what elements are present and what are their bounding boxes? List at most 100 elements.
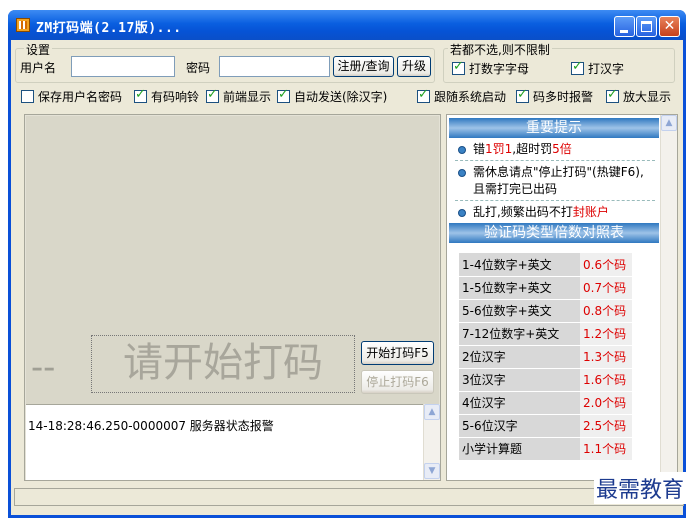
table-row: 5-6位数字+英文 0.8个码 [459,299,632,323]
tip-text: 乱打,频繁出码不打 [473,205,573,219]
tip-text: ,超时罚 [512,142,553,156]
register-query-button[interactable]: 注册/查询 [333,56,394,77]
tip-highlight: 封账户 [572,205,609,219]
captcha-dash: -- [31,347,56,388]
table-row: 4位汉字 2.0个码 [459,391,632,415]
row-value: 1.2个码 [580,322,632,346]
row-type: 2位汉字 [459,345,580,369]
option-save-credentials[interactable]: 保存用户名密码 [21,88,122,105]
status-bar [14,488,684,506]
scroll-up-icon[interactable]: ▲ [661,115,677,131]
table-row: 2位汉字 1.3个码 [459,345,632,369]
filter-group: 若都不选,则不限制 打数字字母 打汉字 [443,41,675,83]
option-stay-on-top-box[interactable] [206,87,219,103]
row-type: 1-5位数字+英文 [459,276,580,300]
tip-text: 错 [473,142,486,156]
table-row: 1-4位数字+英文 0.6个码 [459,253,632,277]
chinese-label: 打汉字 [588,62,625,76]
option-label: 自动发送(除汉字) [294,90,388,104]
option-label: 前端显示 [223,90,272,104]
option-auto-send[interactable]: 自动发送(除汉字) [277,87,388,105]
digits-letters-checkbox[interactable]: 打数字字母 [452,59,529,77]
option-auto-send-box[interactable] [277,87,290,103]
maximize-button[interactable] [636,16,657,37]
notice-title: 重要提示 [449,118,659,138]
option-save-credentials-box[interactable] [21,90,34,103]
multiplier-table: 1-4位数字+英文 0.6个码 1-5位数字+英文 0.7个码 5-6位数字+英文 0.8… [459,253,632,461]
password-label: 密码 [186,61,211,75]
tip-highlight: 1罚1 [485,142,513,156]
window-title: ZM打码端(2.17版)... [36,21,182,36]
tip-rest: 需休息请点"停止打码"(热键F6),且需打完已出码 [455,164,655,201]
option-label: 跟随系统启动 [434,90,507,104]
captcha-prompt[interactable]: 请开始打码 [91,335,355,393]
chinese-checkbox[interactable]: 打汉字 [571,59,625,77]
row-value: 0.7个码 [580,276,632,300]
tip-abuse: 乱打,频繁出码不打封账户 [455,204,655,223]
table-row: 1-5位数字+英文 0.7个码 [459,276,632,300]
title-bar[interactable]: ZM打码端(2.17版)... ✕ [8,10,686,40]
app-window: ZM打码端(2.17版)... ✕ 设置 用户名 密码 注册/查询 升级 若都不… [8,10,686,518]
captcha-pane: -- 请开始打码 开始打码F5 停止打码F6 14-18:28:46.250-0… [24,114,441,481]
notice-pane: 重要提示 错1罚1,超时罚5倍 需休息请点"停止打码"(热键F6),且需打完已出… [446,114,678,481]
row-type: 7-12位数字+英文 [459,322,580,346]
username-input[interactable] [71,56,175,77]
option-alert-many-codes-box[interactable] [516,87,529,103]
maximize-icon [641,21,652,32]
row-type: 4位汉字 [459,391,580,415]
row-value: 0.8个码 [580,299,632,323]
table-row: 7-12位数字+英文 1.2个码 [459,322,632,346]
row-value: 2.5个码 [580,414,632,438]
option-ring-on-code-box[interactable] [134,87,147,103]
row-type: 3位汉字 [459,368,580,392]
row-value: 1.3个码 [580,345,632,369]
option-label: 码多时报警 [533,90,594,104]
option-zoom-display[interactable]: 放大显示 [606,87,672,105]
log-entry: 14-18:28:46.250-0000007 服务器状态报警 [28,419,274,433]
row-type: 5-6位汉字 [459,414,580,438]
notice-scrollbar[interactable]: ▲ [660,115,677,480]
row-value: 1.1个码 [580,437,632,461]
username-label: 用户名 [20,61,57,75]
option-start-with-system[interactable]: 跟随系统启动 [417,87,507,105]
option-stay-on-top[interactable]: 前端显示 [206,87,272,105]
chinese-checkbox-box[interactable] [571,59,584,75]
table-row: 3位汉字 1.6个码 [459,368,632,392]
option-label: 有码响铃 [151,90,200,104]
option-alert-many-codes[interactable]: 码多时报警 [516,87,594,105]
password-input[interactable] [219,56,330,77]
options-row: 保存用户名密码 有码响铃 前端显示 自动发送(除汉字) 跟随系统启动 码多时报警… [21,86,681,104]
tip-highlight: 5倍 [552,142,572,156]
close-icon: ✕ [663,18,676,34]
scroll-up-icon[interactable]: ▲ [424,404,440,420]
log-scrollbar[interactable]: ▲ ▼ [423,404,440,480]
option-label: 保存用户名密码 [38,90,123,104]
minimize-button[interactable] [614,16,635,37]
table-row: 小学计算题 1.1个码 [459,437,632,461]
upgrade-button[interactable]: 升级 [397,56,431,77]
start-typing-button[interactable]: 开始打码F5 [361,341,434,365]
app-icon [16,18,30,32]
settings-legend: 设置 [24,41,53,58]
watermark: 最需教育 [593,472,686,504]
option-zoom-display-box[interactable] [606,87,619,103]
row-value: 2.0个码 [580,391,632,415]
scroll-down-icon[interactable]: ▼ [424,463,440,479]
tip-penalty: 错1罚1,超时罚5倍 [455,141,655,161]
row-type: 1-4位数字+英文 [459,253,580,277]
digits-letters-checkbox-box[interactable] [452,59,465,75]
option-label: 放大显示 [623,90,672,104]
option-start-with-system-box[interactable] [417,87,430,103]
row-value: 1.6个码 [580,368,632,392]
log-area[interactable]: 14-18:28:46.250-0000007 服务器状态报警 [26,404,423,480]
row-type: 5-6位数字+英文 [459,299,580,323]
row-type: 小学计算题 [459,437,580,461]
option-ring-on-code[interactable]: 有码响铃 [134,87,200,105]
notice-tips: 错1罚1,超时罚5倍 需休息请点"停止打码"(热键F6),且需打完已出码 乱打,… [455,141,655,226]
close-button[interactable]: ✕ [659,16,680,37]
stop-typing-button[interactable]: 停止打码F6 [361,370,434,394]
row-value: 0.6个码 [580,253,632,277]
settings-group: 设置 用户名 密码 注册/查询 升级 [15,41,435,83]
table-row: 5-6位汉字 2.5个码 [459,414,632,438]
filter-legend: 若都不选,则不限制 [448,41,552,58]
